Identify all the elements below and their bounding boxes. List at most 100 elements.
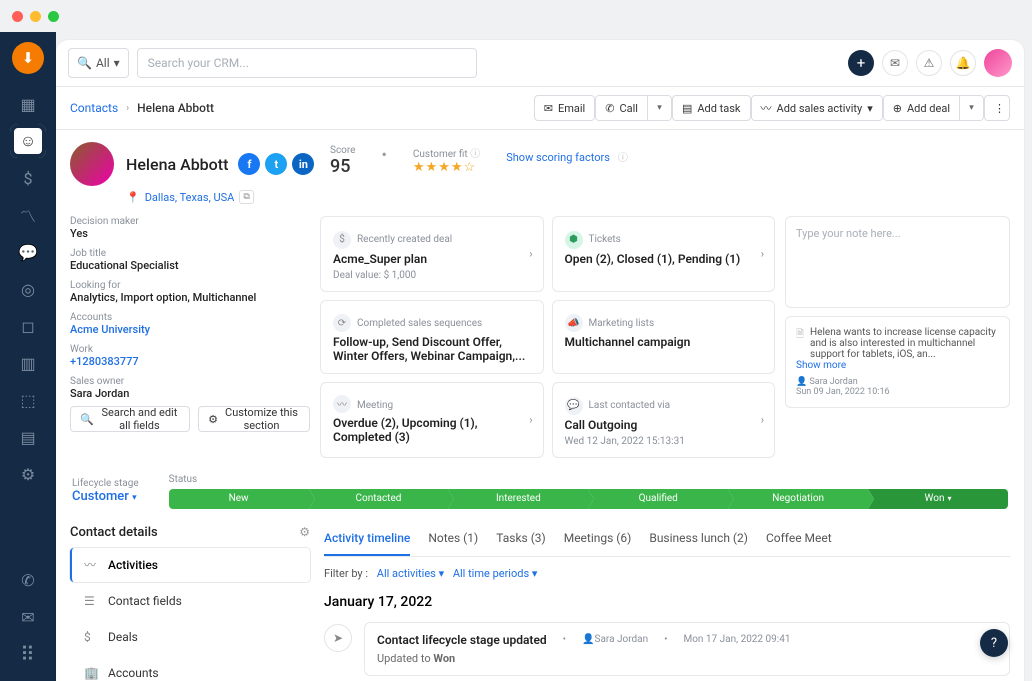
ticket-icon: ⬢ [565, 231, 583, 249]
search-input[interactable] [137, 48, 477, 78]
copy-icon[interactable]: ⧉ [239, 190, 253, 204]
stage-qualified[interactable]: Qualified [588, 489, 728, 509]
stage-interested[interactable]: Interested [448, 489, 588, 509]
info-icon[interactable]: ⓘ [618, 153, 628, 164]
timeline-item[interactable]: Contact lifecycle stage updated • 👤Sara … [364, 622, 1010, 676]
gear-icon[interactable]: ⚙ [299, 525, 310, 539]
contact-location[interactable]: Dallas, Texas, USA [145, 191, 235, 204]
tab-business-lunch[interactable]: Business lunch (2) [649, 525, 748, 556]
sequence-icon: ⟳ [333, 314, 351, 332]
looking-value: Analytics, Import option, Multichannel [70, 291, 310, 304]
email-button[interactable]: ✉Email [534, 95, 595, 121]
nav-deals[interactable]: $Deals [70, 620, 310, 654]
bell-icon[interactable]: 🔔 [950, 50, 976, 76]
plus-icon: ⊕ [893, 102, 902, 115]
rail-settings-icon[interactable]: ⚙ [10, 457, 46, 491]
note-input[interactable]: Type your note here... [785, 216, 1010, 308]
user-icon: 👤 [796, 377, 807, 387]
rail-campaigns-icon[interactable]: ◻ [10, 309, 46, 343]
contact-details-summary: Decision makerYes Job titleEducational S… [70, 216, 310, 458]
stage-negotiation[interactable]: Negotiation [728, 489, 868, 509]
stage-contacted[interactable]: Contacted [309, 489, 449, 509]
user-icon: 👤 [582, 634, 594, 645]
show-factors-link[interactable]: Show scoring factors [506, 151, 610, 164]
tab-tasks[interactable]: Tasks (3) [496, 525, 546, 556]
alert-icon[interactable]: ⚠ [916, 50, 942, 76]
show-more-link[interactable]: Show more [796, 360, 999, 371]
tab-coffee-meet[interactable]: Coffee Meet [766, 525, 832, 556]
tab-meetings[interactable]: Meetings (6) [564, 525, 632, 556]
add-task-button[interactable]: ▤Add task [672, 95, 751, 121]
traffic-min[interactable] [30, 11, 41, 22]
filter-activities-dropdown[interactable]: All activities ▾ [377, 567, 444, 580]
nav-activities[interactable]: 〰Activities [70, 548, 310, 582]
decision-label: Decision maker [70, 216, 310, 227]
traffic-max[interactable] [48, 11, 59, 22]
search-icon: 🔍 [80, 413, 94, 426]
info-icon[interactable]: ⓘ [470, 149, 480, 160]
help-fab[interactable]: ? [980, 629, 1008, 657]
call-split-dropdown[interactable]: ▾ [648, 95, 672, 121]
rail-analytics-icon[interactable]: ▥ [10, 346, 46, 380]
job-label: Job title [70, 248, 310, 259]
rail-inbox-icon[interactable]: ✉ [10, 600, 46, 634]
work-value[interactable]: +1280383777 [70, 355, 310, 368]
card-marketing[interactable]: 📣Marketing lists Multichannel campaign [552, 300, 776, 375]
user-avatar[interactable] [984, 49, 1012, 77]
rail-chat-icon[interactable]: 💬 [10, 235, 46, 269]
timeline-tabs: Activity timeline Notes (1) Tasks (3) Me… [324, 525, 1010, 557]
task-icon: ▤ [682, 102, 692, 115]
mail-icon[interactable]: ✉ [882, 50, 908, 76]
lifecycle-stage-dropdown[interactable]: Customer ▾ [72, 489, 139, 504]
facebook-icon[interactable]: f [238, 153, 260, 175]
rail-package-icon[interactable]: ⬚ [10, 383, 46, 417]
chat-icon: 💬 [565, 397, 583, 415]
left-rail: ⬇ ▦ ☺ $ 〽 💬 ◎ ◻ ▥ ⬚ ▤ ⚙ ✆ ✉ ⠿ [0, 32, 56, 681]
rail-reports-icon[interactable]: 〽 [10, 198, 46, 232]
linkedin-icon[interactable]: in [292, 153, 314, 175]
mail-icon: ✉ [544, 102, 553, 115]
chevron-down-icon: ▾ [132, 493, 137, 503]
search-fields-button[interactable]: 🔍Search and edit all fields [70, 406, 190, 432]
traffic-close[interactable] [12, 11, 23, 22]
accounts-value[interactable]: Acme University [70, 323, 310, 336]
card-recent-deal[interactable]: $Recently created deal Acme_Super plan D… [320, 216, 544, 292]
contact-avatar [70, 142, 114, 186]
add-deal-split-dropdown[interactable]: ▾ [960, 95, 984, 121]
more-button[interactable]: ⋮ [984, 95, 1010, 121]
card-meeting[interactable]: 〰Meeting Overdue (2), Upcoming (1), Comp… [320, 382, 544, 458]
card-sequences[interactable]: ⟳Completed sales sequences Follow-up, Se… [320, 300, 544, 375]
add-deal-button[interactable]: ⊕Add deal [883, 95, 960, 121]
job-value: Educational Specialist [70, 259, 310, 272]
card-tickets[interactable]: ⬢Tickets Open (2), Closed (1), Pending (… [552, 216, 776, 292]
rail-deals-icon[interactable]: $ [10, 161, 46, 195]
stage-new[interactable]: New [169, 489, 309, 509]
breadcrumb-bar: Contacts › Helena Abbott ✉Email ✆Call ▾ … [56, 87, 1024, 130]
customize-section-button[interactable]: ⚙Customize this section [198, 406, 310, 432]
filter-periods-dropdown[interactable]: All time periods ▾ [453, 567, 538, 580]
rail-contacts-icon[interactable]: ☺ [10, 124, 46, 158]
nav-contact-fields[interactable]: ☰Contact fields [70, 584, 310, 618]
stage-won[interactable]: Won ▾ [868, 489, 1008, 509]
rail-target-icon[interactable]: ◎ [10, 272, 46, 306]
app-logo[interactable]: ⬇ [12, 42, 44, 74]
megaphone-icon: 📣 [565, 314, 583, 332]
pulse-icon: 〰 [84, 556, 99, 573]
twitter-icon[interactable]: t [265, 153, 287, 175]
call-button[interactable]: ✆Call [595, 95, 648, 121]
status-pipeline[interactable]: New Contacted Interested Qualified Negot… [169, 489, 1008, 509]
add-activity-button[interactable]: 〰Add sales activity ▾ [751, 95, 883, 121]
breadcrumb-root[interactable]: Contacts [70, 101, 118, 115]
rail-apps-icon[interactable]: ⠿ [10, 637, 46, 671]
tab-activity-timeline[interactable]: Activity timeline [324, 525, 410, 556]
rail-calendar-icon[interactable]: ▦ [10, 87, 46, 121]
rail-phone-icon[interactable]: ✆ [10, 563, 46, 597]
dollar-icon: $ [333, 231, 351, 249]
add-button[interactable]: + [848, 50, 874, 76]
scope-dropdown[interactable]: 🔍 All ▾ [68, 48, 129, 78]
chevron-down-icon: ▾ [947, 494, 951, 503]
rail-docs-icon[interactable]: ▤ [10, 420, 46, 454]
tab-notes[interactable]: Notes (1) [428, 525, 478, 556]
card-last-contact[interactable]: 💬Last contacted via Call Outgoing Wed 12… [552, 382, 776, 458]
nav-accounts[interactable]: 🏢Accounts [70, 656, 310, 681]
